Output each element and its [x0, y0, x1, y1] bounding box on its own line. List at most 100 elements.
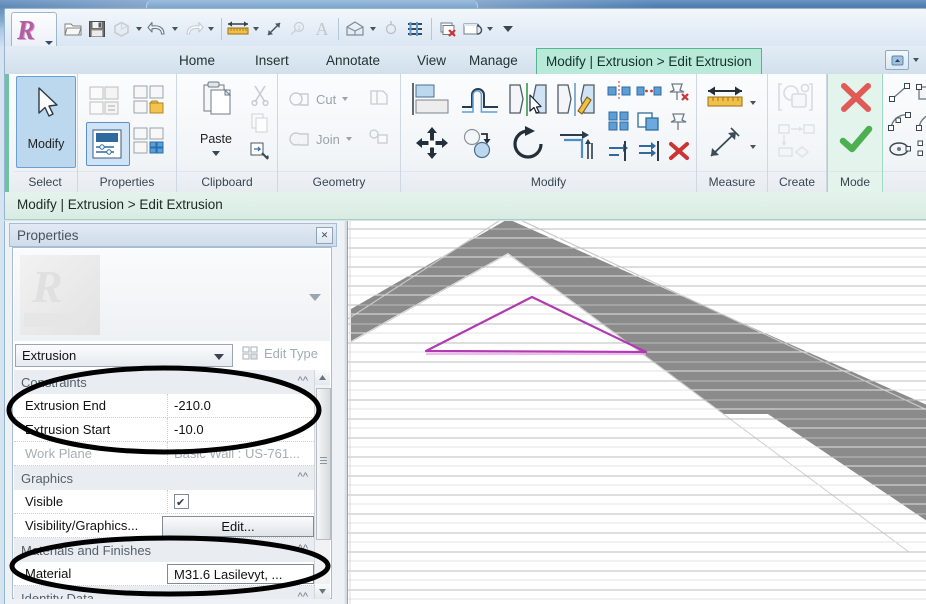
join-button[interactable]: Join	[288, 126, 352, 152]
property-row-material[interactable]: Material M31.6 Lasilevyt, ...	[14, 562, 330, 586]
tab-manage[interactable]: Manage	[460, 48, 527, 73]
finish-edit-mode-button[interactable]	[837, 120, 875, 160]
measure-between-references-icon[interactable]	[703, 78, 747, 120]
paste-button[interactable]: Paste	[185, 76, 247, 166]
draw-pick-lines-icon[interactable]	[913, 134, 926, 164]
customize-qat-icon[interactable]	[496, 16, 520, 42]
collapse-chevron-icon[interactable]: ^^	[298, 471, 308, 483]
scroll-up-icon[interactable]	[315, 370, 330, 385]
properties-scrollbar[interactable]	[314, 370, 331, 599]
cancel-edit-mode-button[interactable]	[837, 78, 875, 118]
measure-dropdown-icon[interactable]	[250, 16, 262, 42]
scroll-down-icon[interactable]	[315, 584, 330, 599]
sync-icon[interactable]	[109, 16, 133, 42]
trim-single-icon[interactable]	[604, 136, 634, 166]
cut-dropdown-icon[interactable]	[342, 97, 349, 101]
measure-along-dropdown-icon[interactable]	[747, 134, 759, 160]
default-3d-view-icon[interactable]	[343, 16, 367, 42]
view-dropdown-icon[interactable]	[367, 16, 379, 42]
offset-icon[interactable]	[456, 78, 504, 122]
tab-modify-extrusion[interactable]: Modify | Extrusion > Edit Extrusion	[536, 48, 762, 74]
property-value[interactable]: -10.0	[167, 417, 330, 442]
draw-ellipse-icon[interactable]	[885, 134, 915, 164]
close-icon[interactable]: ✕	[316, 226, 333, 244]
property-value[interactable]	[167, 489, 330, 514]
family-types-button[interactable]	[130, 80, 172, 122]
drawing-canvas[interactable]	[347, 221, 926, 604]
measure-icon[interactable]	[226, 16, 250, 42]
collapse-chevron-icon[interactable]: ^^	[298, 375, 308, 387]
draw-line-icon[interactable]	[885, 78, 915, 108]
tab-home[interactable]: Home	[170, 48, 224, 73]
measure-along-element-icon[interactable]	[703, 122, 747, 164]
cut-button[interactable]: Cut	[288, 86, 349, 112]
type-selector[interactable]: Extrusion	[15, 344, 233, 367]
project-parameters-button[interactable]	[130, 122, 172, 164]
delete-icon[interactable]	[664, 136, 694, 166]
mirror-draw-axis-icon[interactable]	[552, 78, 600, 122]
property-row-extrusion-start[interactable]: Extrusion Start -10.0	[14, 417, 330, 442]
properties-palette-button[interactable]	[86, 122, 130, 166]
visibility-graphics-edit-button[interactable]: Edit...	[162, 516, 314, 537]
switch-windows-icon[interactable]	[460, 16, 484, 42]
move-icon[interactable]	[408, 122, 456, 166]
group-header-constraints[interactable]: Constraints ^^	[14, 370, 330, 394]
edit-type-button[interactable]: Edit Type	[242, 346, 318, 361]
mirror-pick-axis-icon[interactable]	[504, 78, 552, 122]
properties-type-button[interactable]	[86, 80, 128, 122]
group-header-materials-and-finishes[interactable]: Materials and Finishes ^^	[14, 538, 330, 562]
modify-button[interactable]: Modify	[16, 76, 76, 168]
property-row-extrusion-end[interactable]: Extrusion End -210.0	[14, 393, 330, 418]
property-row-visible[interactable]: Visible	[14, 489, 330, 514]
undo-icon[interactable]	[145, 16, 169, 42]
draw-arc-center-icon[interactable]	[913, 106, 926, 136]
redo-icon[interactable]	[181, 16, 205, 42]
match-type-icon[interactable]	[245, 136, 275, 166]
tab-annotate[interactable]: Annotate	[317, 48, 389, 73]
create-similar-icon[interactable]	[775, 78, 819, 120]
cut-clipboard-icon[interactable]	[245, 80, 275, 110]
undo-dropdown-icon[interactable]	[169, 16, 181, 42]
thin-lines-icon[interactable]	[403, 16, 427, 42]
collapse-chevron-icon[interactable]: ^^	[298, 543, 308, 555]
create-group-icon[interactable]	[775, 120, 819, 164]
trim-multiple-icon[interactable]	[634, 136, 664, 166]
copy-clipboard-icon[interactable]	[245, 108, 275, 138]
section-icon[interactable]	[379, 16, 403, 42]
scrollbar-thumb[interactable]	[316, 388, 331, 540]
copy-icon[interactable]	[456, 122, 504, 166]
tag-icon[interactable]: 1	[286, 16, 310, 42]
measure-between-dropdown-icon[interactable]	[747, 90, 759, 116]
scale-icon[interactable]	[634, 106, 664, 136]
tab-view[interactable]: View	[408, 48, 455, 73]
split-face-icon[interactable]	[364, 82, 394, 112]
text-icon[interactable]: A	[310, 16, 334, 42]
switch-windows-dropdown-icon[interactable]	[484, 16, 496, 42]
collapse-chevron-icon[interactable]: ^^	[298, 591, 308, 599]
tab-insert[interactable]: Insert	[246, 48, 298, 73]
split-element-icon[interactable]	[604, 76, 634, 106]
align-icon[interactable]	[408, 78, 456, 122]
draw-arc-icon[interactable]	[885, 106, 915, 136]
property-row-visibility-graphics[interactable]: Visibility/Graphics... Edit...	[14, 514, 330, 538]
save-icon[interactable]	[85, 16, 109, 42]
ribbon-minimize-icon[interactable]	[885, 50, 909, 70]
group-header-graphics[interactable]: Graphics ^^	[14, 466, 330, 490]
pin-icon[interactable]	[664, 106, 694, 136]
draw-rectangle-icon[interactable]	[913, 78, 926, 108]
close-hidden-windows-icon[interactable]	[436, 16, 460, 42]
aligned-dimension-icon[interactable]	[262, 16, 286, 42]
redo-dropdown-icon[interactable]	[205, 16, 217, 42]
join-dropdown-icon[interactable]	[345, 137, 352, 141]
sync-dropdown-icon[interactable]	[133, 16, 145, 42]
paste-dropdown-icon[interactable]	[212, 151, 220, 156]
visible-checkbox[interactable]	[174, 491, 189, 514]
group-header-identity-data[interactable]: Identity Data ^^	[14, 586, 330, 599]
ribbon-options-chevron-icon[interactable]	[913, 58, 919, 62]
paint-icon[interactable]	[364, 122, 394, 152]
property-value[interactable]: M31.6 Lasilevyt, ...	[167, 563, 314, 584]
split-with-gap-icon[interactable]	[634, 76, 664, 106]
array-icon[interactable]	[604, 106, 634, 136]
property-value[interactable]: -210.0	[167, 393, 330, 418]
unpin-icon[interactable]	[664, 76, 694, 106]
